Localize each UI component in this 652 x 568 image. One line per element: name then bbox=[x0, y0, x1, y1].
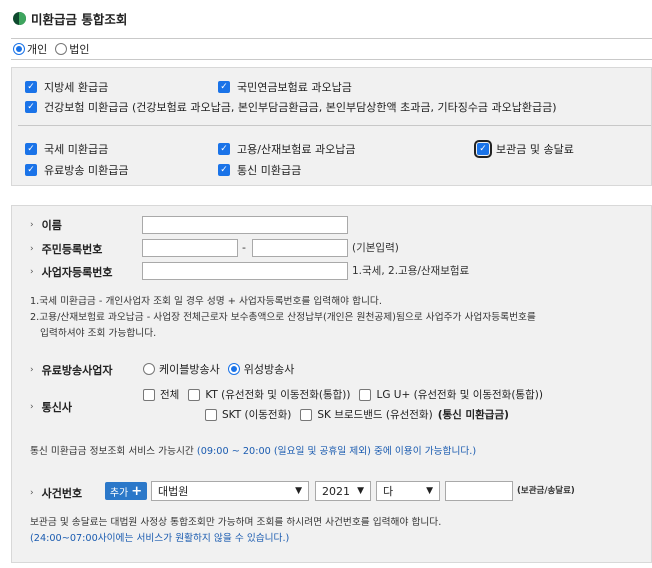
service-time-note: (24:00~07:00사이에는 서비스가 원활하지 않을 수 있습니다.) bbox=[30, 533, 290, 544]
category-local-tax[interactable]: ✓ 지방세 환급금 bbox=[25, 79, 108, 95]
broadcast-options: 케이블방송사 위성방송사 bbox=[143, 361, 294, 377]
checkbox-sk-broadband[interactable] bbox=[300, 408, 313, 421]
chevron-right-icon: › bbox=[30, 267, 34, 277]
category-national-tax[interactable]: ✓ 국세 미환급금 bbox=[25, 141, 108, 157]
radio-individual[interactable] bbox=[13, 43, 25, 55]
chevron-down-icon: ▼ bbox=[357, 486, 364, 496]
category-court-deposit[interactable]: ✓ 보관금 및 송달료 bbox=[474, 140, 574, 158]
biz-label: › 사업자등록번호 bbox=[30, 266, 113, 279]
telecom-row-1: 전체 KT (유선전화 및 이동전화(통합)) LG U+ (유선전화 및 이동… bbox=[143, 387, 543, 402]
chevron-right-icon: › bbox=[30, 244, 34, 254]
chevron-right-icon: › bbox=[30, 488, 34, 498]
category-health-insurance[interactable]: ✓ 건강보험 미환급금 (건강보험료 과오납금, 본인부담금환급금, 본인부담상… bbox=[25, 99, 557, 115]
note-employment-2: 입력하셔야 조회 가능합니다. bbox=[40, 328, 157, 339]
checkbox-health-insurance[interactable]: ✓ bbox=[25, 101, 37, 113]
court-select[interactable]: 대법원 ▼ bbox=[151, 481, 309, 501]
checkbox-kt[interactable] bbox=[188, 388, 201, 401]
rrn-hint: (기본입력) bbox=[352, 242, 399, 254]
broadcast-label: › 유료방송사업자 bbox=[30, 364, 113, 377]
biz-number-input[interactable] bbox=[142, 262, 348, 280]
chevron-right-icon: › bbox=[30, 365, 34, 375]
brand-circle-icon bbox=[13, 12, 26, 25]
category-panel: ✓ 지방세 환급금 ✓ 국민연금보험료 과오납금 ✓ 건강보험 미환급금 (건강… bbox=[11, 67, 652, 186]
telecom-row-2: SKT (이동전화) SK 브로드밴드 (유선전화) (통신 미환급금) bbox=[205, 407, 509, 422]
category-national-pension[interactable]: ✓ 국민연금보험료 과오납금 bbox=[218, 79, 352, 95]
telecom-row-2-bold: (통신 미환급금) bbox=[437, 409, 509, 421]
checkbox-local-tax[interactable]: ✓ bbox=[25, 81, 37, 93]
year-select[interactable]: 2021 ▼ bbox=[315, 481, 371, 501]
checkbox-lgu[interactable] bbox=[359, 388, 372, 401]
chevron-down-icon: ▼ bbox=[295, 486, 302, 496]
category-telecom[interactable]: ✓ 통신 미환급금 bbox=[218, 162, 301, 178]
name-input[interactable] bbox=[142, 216, 348, 234]
biz-hint: 1.국세, 2.고용/산재보험료 bbox=[352, 265, 470, 277]
category-divider bbox=[18, 125, 651, 126]
category-paid-broadcast[interactable]: ✓ 유료방송 미환급금 bbox=[25, 162, 128, 178]
rrn-front-input[interactable] bbox=[142, 239, 238, 257]
court-deposit-note: 보관금 및 송달료는 대법원 사정상 통합조회만 가능하며 조회를 하시려면 사… bbox=[30, 517, 442, 528]
telecom-service-hours-note: 통신 미환급금 정보조회 서비스 가능시간 (09:00 ~ 20:00 (일요… bbox=[30, 446, 477, 457]
chevron-right-icon: › bbox=[30, 402, 34, 412]
checkbox-court-deposit[interactable]: ✓ bbox=[474, 140, 492, 158]
chevron-down-icon: ▼ bbox=[426, 486, 433, 496]
checkbox-national-tax[interactable]: ✓ bbox=[25, 143, 37, 155]
case-number-label: › 사건번호 bbox=[30, 487, 83, 500]
case-hint: (보관금/송달료) bbox=[517, 486, 575, 496]
telecom-label: › 통신사 bbox=[30, 401, 72, 414]
page-title-text: 미환급금 통합조회 bbox=[31, 12, 128, 27]
radio-satellite[interactable] bbox=[227, 363, 240, 375]
rrn-back-input[interactable] bbox=[252, 239, 348, 257]
radio-corporate[interactable] bbox=[55, 43, 68, 55]
chevron-right-icon: › bbox=[30, 220, 34, 230]
search-form-panel: › 이름 › 주민등록번호 - (기본입력) › 사업자등록번호 1.국세, 2… bbox=[11, 205, 652, 563]
user-type-selector: 개인 법인 bbox=[11, 38, 652, 60]
checkbox-telecom[interactable]: ✓ bbox=[218, 164, 230, 176]
checkbox-telecom-all[interactable] bbox=[143, 388, 155, 401]
add-case-button[interactable]: 추가 + bbox=[105, 482, 147, 500]
user-type-corporate[interactable]: 법인 bbox=[55, 41, 90, 57]
user-type-individual[interactable]: 개인 bbox=[13, 41, 47, 57]
checkbox-skt[interactable] bbox=[205, 408, 217, 421]
case-type-select[interactable]: 다 ▼ bbox=[376, 481, 440, 501]
rrn-separator: - bbox=[242, 241, 246, 254]
case-number-input[interactable] bbox=[445, 481, 513, 501]
checkbox-employment-insurance[interactable]: ✓ bbox=[218, 143, 230, 155]
name-label: › 이름 bbox=[30, 219, 62, 232]
plus-icon: + bbox=[131, 483, 143, 499]
checkbox-national-pension[interactable]: ✓ bbox=[218, 81, 230, 93]
category-employment-insurance[interactable]: ✓ 고용/산재보험료 과오납금 bbox=[218, 141, 356, 157]
checkbox-paid-broadcast[interactable]: ✓ bbox=[25, 164, 37, 176]
radio-cable[interactable] bbox=[143, 363, 155, 375]
rrn-label: › 주민등록번호 bbox=[30, 243, 103, 256]
page-title: 미환급금 통합조회 bbox=[13, 9, 127, 28]
note-national-tax: 1.국세 미환급금 - 개인사업자 조회 일 경우 성명 + 사업자등록번호를 … bbox=[30, 296, 382, 307]
note-employment-1: 2.고용/산재보험료 과오납금 - 사업장 전체근로자 보수총액으로 산정납부(… bbox=[30, 312, 536, 323]
